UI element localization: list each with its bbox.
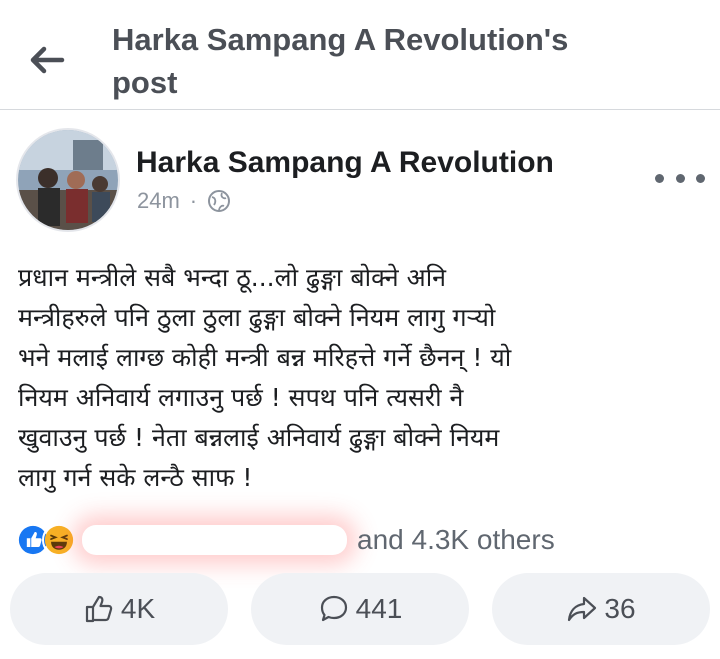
avatar[interactable] bbox=[16, 128, 120, 232]
redacted-names bbox=[82, 525, 347, 555]
post-header: Harka Sampang A Revolution 24m · bbox=[0, 118, 720, 232]
reaction-icons bbox=[16, 523, 76, 557]
more-dots-icon bbox=[696, 173, 705, 183]
more-options-button[interactable] bbox=[655, 166, 705, 190]
post-text-line: लागु गर्न सके लन्ठै साफ ! bbox=[18, 463, 253, 492]
post-text-line: खुवाउनु पर्छ ! नेता बन्नलाई अनिवार्य ढुङ… bbox=[18, 423, 500, 452]
share-button[interactable]: 36 bbox=[492, 573, 710, 645]
haha-reaction-icon bbox=[42, 523, 76, 557]
comment-icon bbox=[320, 595, 347, 622]
post-author[interactable]: Harka Sampang A Revolution bbox=[136, 146, 554, 180]
like-count: 4K bbox=[120, 593, 156, 624]
post-meta: 24m · bbox=[137, 188, 231, 214]
comment-button[interactable]: 441 bbox=[251, 573, 469, 645]
more-dots-icon bbox=[675, 173, 685, 183]
app-header: Harka Sampang A Revolution's post bbox=[0, 0, 720, 110]
globe-icon bbox=[208, 190, 231, 212]
more-dots-icon bbox=[655, 173, 664, 183]
post-text-line: भने मलाई लाग्छ कोही मन्त्री बन्न मरिहत्त… bbox=[18, 343, 512, 372]
share-icon bbox=[568, 596, 597, 622]
thumbs-up-icon bbox=[85, 595, 113, 623]
reaction-summary-text: and 4.3K others bbox=[357, 524, 555, 555]
post-actions: 4K 441 36 bbox=[10, 573, 710, 645]
like-button[interactable]: 4K bbox=[10, 573, 228, 645]
post-body: प्रधान मन्त्रीले सबै भन्दा ठू...लो ढुङ्ग… bbox=[18, 258, 708, 498]
share-count: 36 bbox=[604, 593, 636, 624]
post-text-line: प्रधान मन्त्रीले सबै भन्दा ठू...लो ढुङ्ग… bbox=[18, 263, 447, 292]
back-button[interactable] bbox=[24, 38, 68, 82]
post-text-line: नियम अनिवार्य लगाउनु पर्छ ! सपथ पनि त्यस… bbox=[18, 383, 464, 412]
arrow-left-icon bbox=[30, 46, 65, 74]
reactions-summary[interactable]: and 4.3K others bbox=[16, 520, 706, 560]
post-text-line: मन्त्रीहरुले पनि ठुला ठुला ढुङ्गा बोक्ने… bbox=[18, 303, 496, 332]
post-time[interactable]: 24m bbox=[137, 188, 180, 214]
comment-count: 441 bbox=[355, 593, 403, 624]
page-title: Harka Sampang A Revolution's post bbox=[112, 22, 569, 100]
meta-separator: · bbox=[189, 188, 198, 213]
profile-photo bbox=[18, 130, 118, 230]
